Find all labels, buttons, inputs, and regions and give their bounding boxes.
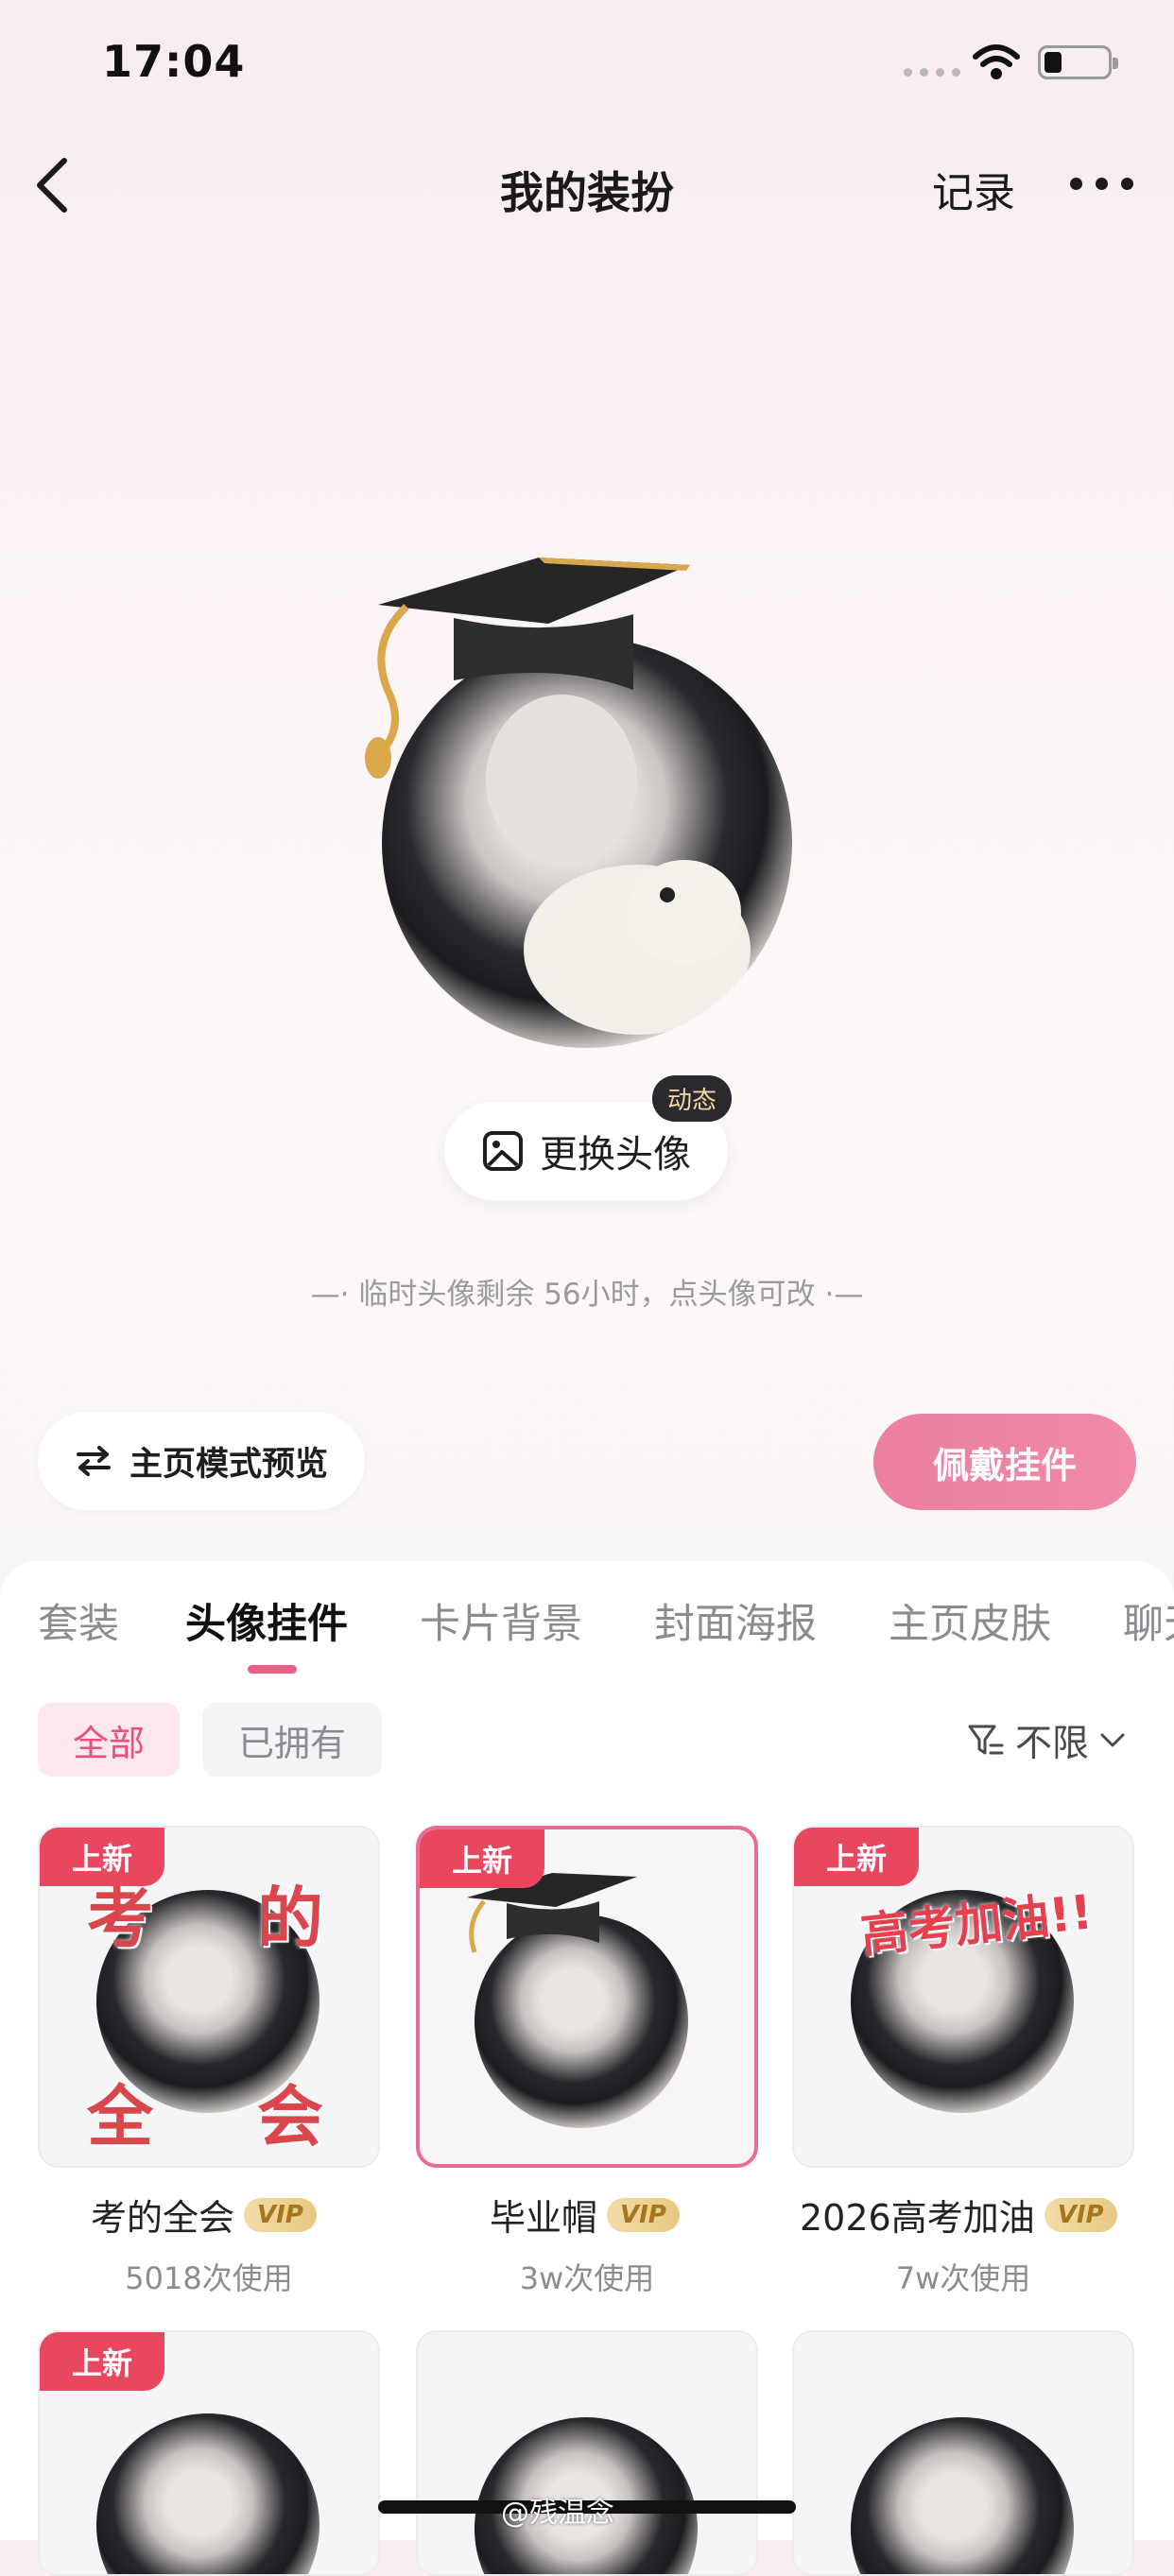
- graduation-cap-icon: [365, 558, 690, 779]
- pendant-usage: 7w次使用: [895, 2260, 1031, 2296]
- pendant-card[interactable]: [416, 2330, 758, 2576]
- pendant-card-kaodequanhui[interactable]: 上新 考 的 全 会: [38, 1826, 380, 2168]
- watermark: @残温念: [501, 2497, 614, 2530]
- temporary-avatar-hint: —· 临时头像剩余 56小时，点头像可改 ·—: [310, 1278, 864, 1312]
- more-options-icon[interactable]: [1070, 178, 1133, 190]
- pendant-usage: 3w次使用: [519, 2260, 655, 2296]
- change-avatar-label: 更换头像: [540, 1133, 691, 1176]
- tab-avatar-pendants[interactable]: 头像挂件: [185, 1591, 348, 1650]
- dynamic-badge: 动态: [652, 1075, 733, 1122]
- filter-funnel-icon: [968, 1725, 1004, 1755]
- swap-arrows-icon: [76, 1446, 111, 1476]
- avatar-preview[interactable]: [350, 548, 822, 1058]
- tab-card-backgrounds[interactable]: 卡片背景: [420, 1591, 582, 1650]
- pendant-card[interactable]: [792, 2330, 1134, 2576]
- records-button[interactable]: 记录: [932, 159, 1015, 219]
- tab-suits[interactable]: 套装: [38, 1591, 119, 1650]
- vip-badge: VIP: [244, 2197, 317, 2232]
- cellular-signal-icon: [904, 68, 960, 77]
- tab-chat[interactable]: 聊天: [1123, 1591, 1174, 1650]
- pendant-title: 考的全会 VIP: [91, 2189, 317, 2241]
- tab-homepage-skins[interactable]: 主页皮肤: [889, 1591, 1051, 1650]
- new-badge: 上新: [40, 1828, 164, 1886]
- filter-owned-chip[interactable]: 已拥有: [202, 1703, 382, 1777]
- homepage-preview-button[interactable]: 主页模式预览: [38, 1412, 365, 1510]
- new-badge: 上新: [40, 2332, 164, 2391]
- vip-badge: VIP: [607, 2197, 680, 2232]
- pendant-thumbnail: [851, 2417, 1074, 2574]
- wear-pendant-label: 佩戴挂件: [932, 1444, 1077, 1486]
- wifi-icon: [973, 44, 1020, 79]
- tab-cover-posters[interactable]: 封面海报: [654, 1591, 817, 1650]
- filter-all-chip[interactable]: 全部: [38, 1703, 180, 1777]
- deco-char: 会: [257, 2078, 323, 2155]
- tab-indicator: [248, 1665, 297, 1674]
- pendant-thumbnail: [96, 2413, 319, 2574]
- pendant-card[interactable]: 上新: [38, 2330, 380, 2576]
- pendant-card-graduation-cap[interactable]: 上新: [416, 1826, 758, 2168]
- sort-filter-dropdown[interactable]: 不限: [966, 1714, 1127, 1767]
- homepage-preview-label: 主页模式预览: [129, 1445, 328, 1484]
- wear-pendant-button[interactable]: 佩戴挂件: [873, 1414, 1136, 1510]
- deco-char: 全: [87, 2078, 153, 2155]
- vip-badge: VIP: [1044, 2197, 1117, 2232]
- deco-char: 的: [257, 1880, 323, 1957]
- pendant-card-gaokao-jiayou[interactable]: 上新 高考加油!!: [792, 1826, 1134, 2168]
- chevron-down-icon: [1100, 1733, 1125, 1747]
- sort-filter-label: 不限: [1015, 1723, 1090, 1765]
- pendant-title: 毕业帽 VIP: [490, 2189, 680, 2241]
- new-badge: 上新: [794, 1828, 919, 1886]
- pendant-usage: 5018次使用: [125, 2260, 293, 2296]
- pendant-title: 2026高考加油 VIP: [800, 2189, 1117, 2241]
- status-time: 17:04: [102, 36, 246, 87]
- new-badge: 上新: [420, 1829, 544, 1888]
- battery-icon: [1038, 45, 1118, 79]
- image-icon: [483, 1131, 523, 1171]
